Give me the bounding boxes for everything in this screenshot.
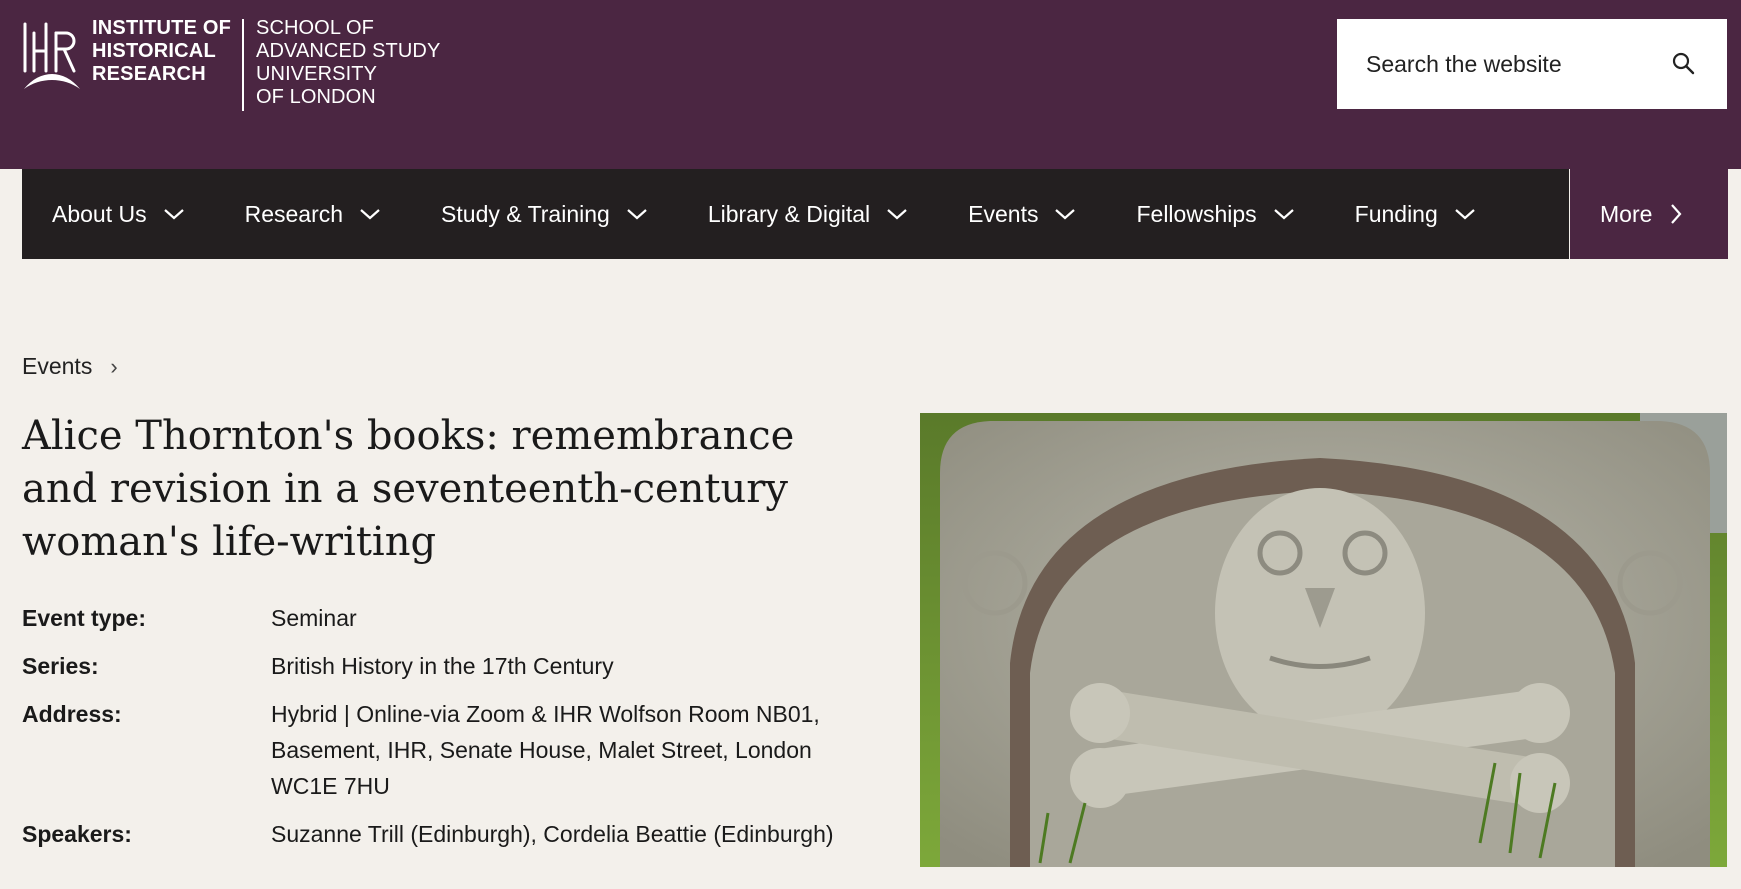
- nav-more-button[interactable]: More: [1570, 169, 1728, 259]
- sas-line-1: SCHOOL OF: [256, 17, 374, 39]
- detail-label: Address:: [22, 701, 122, 727]
- nav-item-research[interactable]: Research: [215, 169, 411, 259]
- ihr-logo-mark-icon: [23, 22, 80, 89]
- ihr-line-3: RESEARCH: [92, 63, 206, 85]
- ihr-wordmark: INSTITUTE OF HISTORICAL RESEARCH: [92, 17, 232, 86]
- detail-value: Suzanne Trill (Edinburgh), Cordelia Beat…: [271, 821, 834, 847]
- event-details: Event type: Seminar Series: British Hist…: [22, 600, 852, 864]
- nav-item-funding[interactable]: Funding: [1325, 169, 1506, 259]
- chevron-down-icon: [360, 209, 380, 220]
- nav-item-label: Study & Training: [441, 200, 610, 227]
- detail-row-event-type: Event type: Seminar: [22, 600, 852, 636]
- gravestone-skull-image: [920, 413, 1727, 867]
- search-box: [1337, 19, 1727, 109]
- chevron-down-icon: [887, 209, 907, 220]
- nav-item-label: Research: [244, 200, 344, 227]
- sas-line-2: ADVANCED STUDY: [256, 40, 441, 62]
- nav-item-label: Funding: [1354, 200, 1438, 227]
- nav-item-label: Events: [968, 200, 1039, 227]
- sas-line-3: UNIVERSITY: [256, 63, 378, 85]
- chevron-right-icon: [1671, 204, 1682, 224]
- page-title: Alice Thornton's books: remembrance and …: [22, 413, 795, 565]
- nav-item-label: About Us: [52, 200, 147, 227]
- ihr-line-2: HISTORICAL: [92, 40, 216, 62]
- breadcrumb: Events ›: [22, 353, 118, 380]
- site-header: INSTITUTE OF HISTORICAL RESEARCH SCHOOL …: [0, 0, 1741, 169]
- ihr-line-1: INSTITUTE OF: [92, 17, 232, 39]
- search-icon[interactable]: [1671, 51, 1697, 77]
- search-input[interactable]: [1364, 49, 1668, 79]
- sas-wordmark: SCHOOL OF ADVANCED STUDY UNIVERSITY OF L…: [256, 17, 440, 109]
- chevron-down-icon: [163, 209, 184, 220]
- detail-label: Speakers:: [22, 821, 132, 847]
- detail-row-address: Address: Hybrid | Online-via Zoom & IHR …: [22, 696, 852, 804]
- detail-label: Event type:: [22, 605, 146, 631]
- nav-item-about-us[interactable]: About Us: [22, 169, 215, 259]
- detail-value: British History in the 17th Century: [271, 653, 614, 679]
- chevron-down-icon: [1273, 209, 1294, 220]
- nav-item-study-training[interactable]: Study & Training: [411, 169, 678, 259]
- detail-label: Series:: [22, 653, 99, 679]
- main-nav: About Us Research Study & Training Libra…: [22, 169, 1569, 259]
- detail-row-series: Series: British History in the 17th Cent…: [22, 648, 852, 684]
- nav-item-fellowships[interactable]: Fellowships: [1106, 169, 1324, 259]
- logo-divider: [242, 19, 244, 111]
- event-hero-image: [920, 413, 1727, 867]
- detail-value: Hybrid | Online-via Zoom & IHR Wolfson R…: [271, 701, 820, 799]
- site-logo[interactable]: INSTITUTE OF HISTORICAL RESEARCH SCHOOL …: [20, 17, 440, 113]
- detail-value: Seminar: [271, 605, 357, 631]
- breadcrumb-separator-icon: ›: [110, 353, 118, 379]
- sas-line-4: OF LONDON: [256, 86, 376, 108]
- nav-more-label: More: [1600, 200, 1653, 227]
- chevron-down-icon: [1455, 209, 1475, 220]
- nav-item-library-digital[interactable]: Library & Digital: [678, 169, 938, 259]
- nav-item-events[interactable]: Events: [938, 169, 1106, 259]
- chevron-down-icon: [1055, 209, 1076, 220]
- detail-row-speakers: Speakers: Suzanne Trill (Edinburgh), Cor…: [22, 816, 852, 852]
- nav-item-label: Fellowships: [1136, 200, 1257, 227]
- nav-item-label: Library & Digital: [707, 200, 871, 227]
- chevron-down-icon: [627, 209, 647, 220]
- breadcrumb-link-events[interactable]: Events: [22, 353, 92, 380]
